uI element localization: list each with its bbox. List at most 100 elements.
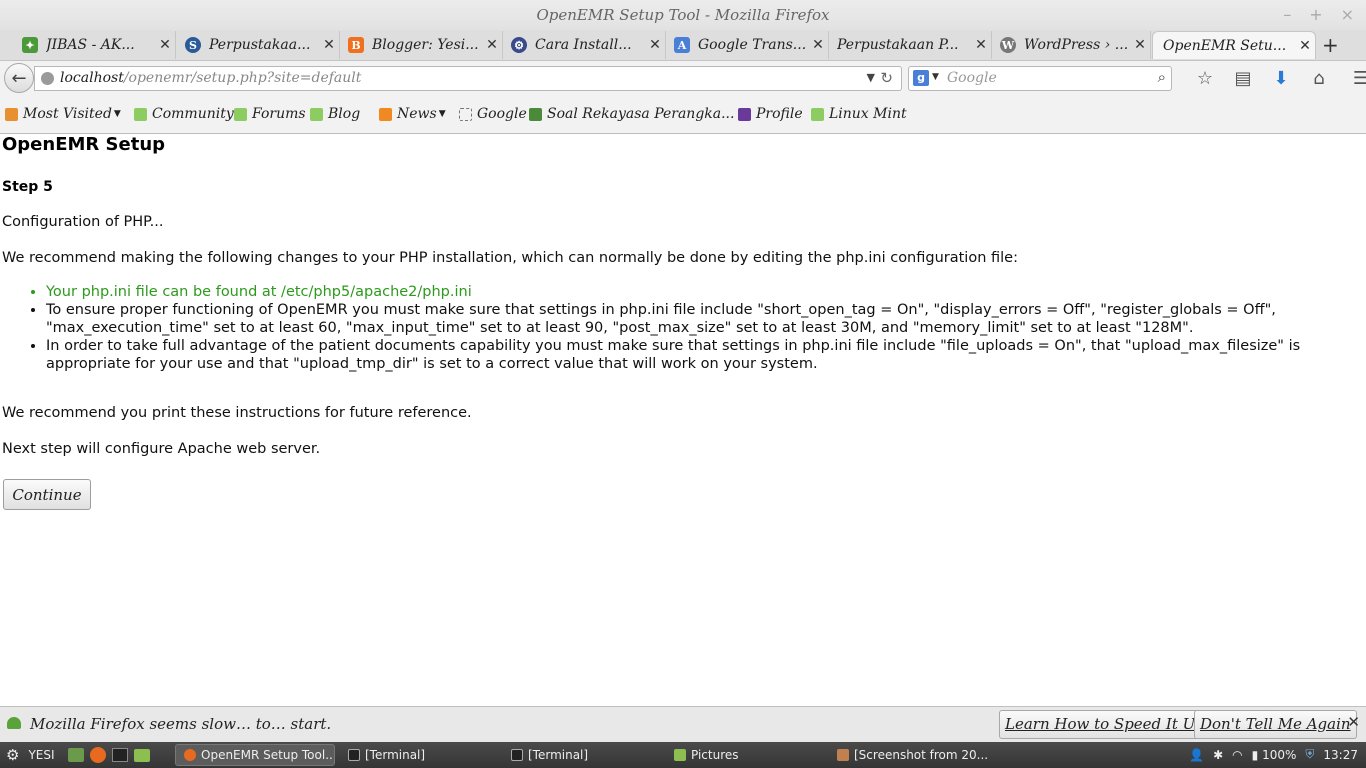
- site-icon: [529, 107, 542, 121]
- bookmark-linux-mint[interactable]: Linux Mint: [811, 106, 907, 122]
- task-label: [Screenshot from 20...: [854, 748, 987, 762]
- task-pictures[interactable]: Pictures: [666, 744, 824, 766]
- mint-icon: [811, 107, 824, 121]
- window-titlebar: OpenEMR Setup Tool - Mozilla Firefox – +…: [0, 0, 1366, 30]
- bookmark-star-icon[interactable]: ☆: [1186, 68, 1224, 89]
- google-engine-icon[interactable]: g: [913, 70, 929, 86]
- tab-jibas[interactable]: ✦ JIBAS - AK... ✕: [16, 31, 176, 59]
- close-tab-icon[interactable]: ✕: [808, 37, 828, 53]
- terminal-icon: [511, 749, 523, 761]
- clock[interactable]: 13:27: [1323, 748, 1358, 762]
- close-tab-icon[interactable]: ✕: [319, 37, 339, 53]
- tab-cara-install[interactable]: ⚙ Cara Install... ✕: [505, 31, 666, 59]
- task-terminal-1[interactable]: [Terminal]: [340, 744, 498, 766]
- bookmark-label: Blog: [328, 106, 361, 122]
- dont-tell-button[interactable]: Don't Tell Me Again: [1194, 710, 1357, 739]
- bookmark-label: Soal Rekayasa Perangka...: [547, 106, 735, 122]
- search-icon[interactable]: ⌕: [1158, 68, 1166, 86]
- reload-icon[interactable]: ↻: [880, 69, 893, 87]
- mint-icon: [134, 107, 147, 121]
- task-terminal-2[interactable]: [Terminal]: [503, 744, 661, 766]
- close-tab-icon[interactable]: ✕: [155, 37, 175, 53]
- tab-perpustakaan-2[interactable]: Perpustakaan P... ✕: [831, 31, 992, 59]
- minimize-icon[interactable]: –: [1283, 5, 1291, 24]
- bookmark-community[interactable]: Community: [134, 106, 234, 122]
- home-icon[interactable]: ⌂: [1300, 68, 1338, 89]
- downloads-icon[interactable]: ⬇: [1262, 68, 1300, 89]
- folder-icon: [674, 749, 686, 761]
- engine-dropdown-icon[interactable]: ▼: [932, 72, 939, 82]
- dropdown-arrow-icon: ▼: [438, 109, 446, 119]
- maximize-icon[interactable]: +: [1309, 5, 1322, 24]
- jibas-favicon: ✦: [22, 37, 38, 53]
- menu-button[interactable]: ⚙ YESI: [6, 742, 55, 768]
- bookmark-blog[interactable]: Blog: [310, 106, 360, 122]
- tab-perpustakaan-1[interactable]: S Perpustakaa... ✕: [179, 31, 340, 59]
- bookmark-news[interactable]: News ▼: [379, 106, 446, 122]
- back-arrow-icon: ←: [11, 67, 27, 89]
- user-name: YESI: [28, 748, 55, 762]
- close-tab-icon[interactable]: ✕: [971, 37, 991, 53]
- history-dropdown-icon[interactable]: ▼: [867, 71, 875, 84]
- recommend-text: We recommend making the following change…: [2, 250, 1018, 266]
- bookmark-most-visited[interactable]: Most Visited ▼: [5, 106, 121, 122]
- bookmark-profile[interactable]: Profile: [738, 106, 803, 122]
- firefox-icon[interactable]: [90, 747, 106, 763]
- search-placeholder: Google: [947, 70, 997, 86]
- bluetooth-icon[interactable]: ✱: [1213, 748, 1223, 762]
- close-tab-icon[interactable]: ✕: [1130, 37, 1150, 53]
- learn-speed-button[interactable]: Learn How to Speed It Up: [999, 710, 1211, 739]
- dropdown-arrow-icon: ▼: [113, 109, 121, 119]
- task-label: OpenEMR Setup Tool...: [201, 748, 335, 762]
- close-notification-icon[interactable]: ✕: [1347, 713, 1360, 731]
- tab-blogger[interactable]: B Blogger: Yesi... ✕: [342, 31, 503, 59]
- quick-launch: [68, 742, 150, 768]
- user-icon[interactable]: 👤: [1189, 748, 1204, 762]
- bookmark-forums[interactable]: Forums: [234, 106, 306, 122]
- new-tab-icon[interactable]: +: [1322, 33, 1339, 57]
- close-window-icon[interactable]: ×: [1341, 5, 1354, 24]
- bookmarks-list-icon[interactable]: ▤: [1224, 68, 1262, 89]
- wifi-icon[interactable]: ◠: [1232, 748, 1242, 762]
- close-tab-icon[interactable]: ✕: [1295, 38, 1315, 54]
- shield-icon[interactable]: ⛨: [1305, 747, 1314, 762]
- bookmark-label: Community: [152, 106, 234, 122]
- battery-icon: ▮: [1251, 747, 1259, 762]
- url-host: localhost: [60, 70, 124, 86]
- menu-icon[interactable]: ☰: [1342, 68, 1366, 89]
- bookmark-label: Linux Mint: [829, 106, 907, 122]
- task-firefox[interactable]: OpenEMR Setup Tool...: [175, 744, 335, 766]
- firefox-icon: [184, 749, 196, 761]
- notification-message: Mozilla Firefox seems slow… to… start.: [30, 715, 332, 733]
- continue-button[interactable]: Continue: [3, 479, 91, 510]
- tab-label: OpenEMR Setu...: [1163, 37, 1287, 54]
- task-label: [Terminal]: [528, 748, 589, 762]
- battery-percent: 100%: [1262, 747, 1297, 762]
- terminal-icon[interactable]: [112, 748, 128, 762]
- task-screenshot[interactable]: [Screenshot from 20...: [829, 744, 987, 766]
- tab-label: Blogger: Yesi...: [372, 37, 479, 53]
- wordpress-favicon: W: [1000, 37, 1016, 53]
- close-tab-icon[interactable]: ✕: [645, 37, 665, 53]
- bookmark-soal-rekayasa[interactable]: Soal Rekayasa Perangka...: [529, 106, 734, 122]
- url-text[interactable]: localhost/openemr/setup.php?site=default: [60, 70, 361, 86]
- tab-openemr[interactable]: OpenEMR Setu... ✕: [1152, 31, 1316, 59]
- taskbar: ⚙ YESI OpenEMR Setup Tool... [Terminal] …: [0, 742, 1366, 768]
- close-tab-icon[interactable]: ✕: [482, 37, 502, 53]
- show-desktop-icon[interactable]: [68, 748, 84, 762]
- search-bar[interactable]: g ▼ Google ⌕: [908, 66, 1172, 91]
- blogger-favicon: B: [348, 37, 364, 53]
- bookmark-google[interactable]: Google: [459, 106, 527, 122]
- navigation-bar: ← localhost/openemr/setup.php?site=defau…: [0, 61, 1366, 97]
- globe-icon: [41, 72, 54, 85]
- back-button[interactable]: ←: [4, 63, 34, 93]
- site-favicon: ⚙: [511, 37, 527, 53]
- globe-favicon: S: [185, 37, 201, 53]
- url-bar[interactable]: localhost/openemr/setup.php?site=default…: [34, 66, 902, 91]
- tab-wordpress[interactable]: W WordPress › ... ✕: [994, 31, 1151, 59]
- battery-level[interactable]: ▮ 100%: [1252, 748, 1297, 762]
- folder-icon[interactable]: [134, 748, 150, 762]
- step-heading: Step 5: [2, 179, 53, 195]
- tab-google-translate[interactable]: A Google Trans... ✕: [668, 31, 829, 59]
- tab-bar: ✦ JIBAS - AK... ✕ S Perpustakaa... ✕ B B…: [0, 30, 1366, 61]
